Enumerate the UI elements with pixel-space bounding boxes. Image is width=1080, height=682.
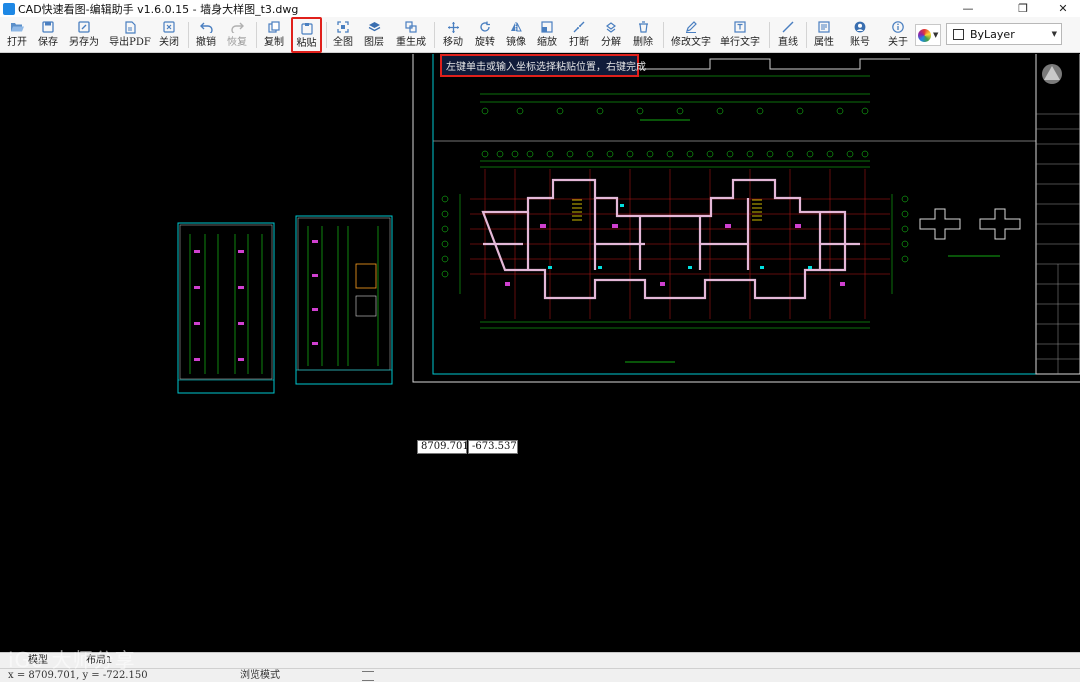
color-wheel-icon <box>918 28 931 42</box>
close-file-icon <box>162 20 176 34</box>
paste-button[interactable]: 粘贴 <box>291 17 322 53</box>
edit-text-icon <box>684 20 698 34</box>
layers-button[interactable]: 图层 <box>361 18 387 52</box>
window-title: CAD快速看图-编辑助手 v1.6.0.15 - 墙身大样图_t3.dwg <box>18 2 299 16</box>
cad-drawing <box>177 54 1080 394</box>
layer-dropdown[interactable]: ByLayer ▼ <box>946 23 1062 45</box>
view-mode-label: 浏览模式 <box>240 670 280 681</box>
scale-icon <box>540 20 554 34</box>
toolbar-divider <box>769 22 770 48</box>
watermark: iGo 大师分享 <box>8 648 136 672</box>
break-button[interactable]: 打断 <box>566 18 592 52</box>
y-coordinate-input[interactable]: -673.537 <box>468 440 518 454</box>
move-icon <box>446 20 460 34</box>
save-button[interactable]: 保存 <box>34 18 62 52</box>
toolbar-divider <box>434 22 435 48</box>
toolbar-divider <box>256 22 257 48</box>
toolbar-divider <box>806 22 807 48</box>
paste-icon <box>300 21 314 35</box>
explode-icon <box>604 20 618 34</box>
undo-icon <box>199 20 213 34</box>
rotate-button[interactable]: 旋转 <box>472 18 498 52</box>
minimize-button[interactable]: — <box>945 0 991 17</box>
x-coordinate-input[interactable]: 8709.701 <box>417 440 469 454</box>
pdf-icon <box>123 20 137 34</box>
regenerate-icon <box>404 20 418 34</box>
trash-icon <box>636 20 650 34</box>
undo-button[interactable]: 撤销 <box>193 18 219 52</box>
chevron-down-icon: ▼ <box>1051 30 1057 38</box>
full-view-button[interactable]: 全图 <box>330 18 356 52</box>
layers-icon <box>367 20 381 34</box>
mirror-button[interactable]: 镜像 <box>503 18 529 52</box>
properties-button[interactable]: 属性 <box>811 18 837 52</box>
user-icon <box>853 20 867 34</box>
rotate-icon <box>478 20 492 34</box>
main-toolbar: 打开 保存 另存为 导出PDF 关闭 撤销 恢复 复制 粘贴 全图 图层 重生成… <box>0 17 1080 53</box>
status-bar: x = 8709.701, y = -722.150 浏览模式 <box>0 668 1080 682</box>
move-button[interactable]: 移动 <box>440 18 466 52</box>
close-window-button[interactable]: ✕ <box>1040 0 1080 17</box>
save-icon <box>41 20 55 34</box>
single-line-text-button[interactable]: 单行文字 <box>718 18 762 52</box>
folder-open-icon <box>10 20 24 34</box>
mirror-icon <box>509 20 523 34</box>
open-button[interactable]: 打开 <box>4 18 30 52</box>
delete-button[interactable]: 删除 <box>630 18 656 52</box>
close-file-button[interactable]: 关闭 <box>156 18 182 52</box>
text-box-icon <box>733 20 747 34</box>
line-icon <box>781 20 795 34</box>
toolbar-divider <box>188 22 189 48</box>
scale-button[interactable]: 缩放 <box>534 18 560 52</box>
command-hint-tooltip: 左键单击或输入坐标选择粘贴位置，右键完成 <box>440 54 646 77</box>
layer-color-swatch <box>953 28 964 40</box>
zoom-extents-icon <box>336 20 350 34</box>
redo-button[interactable]: 恢复 <box>224 18 250 52</box>
chevron-down-icon: ▼ <box>933 31 939 39</box>
redo-icon <box>230 20 244 34</box>
copy-icon <box>267 20 281 34</box>
save-as-icon <box>77 20 91 34</box>
properties-icon <box>817 20 831 34</box>
app-logo-icon <box>3 2 15 15</box>
layout-tab-bar: 模型 布局1 <box>0 652 1080 668</box>
color-picker-button[interactable]: ▼ <box>915 24 941 46</box>
title-bar: CAD快速看图-编辑助手 v1.6.0.15 - 墙身大样图_t3.dwg <box>0 0 1080 17</box>
toolbar-divider <box>326 22 327 48</box>
line-button[interactable]: 直线 <box>774 18 802 52</box>
toolbar-divider <box>663 22 664 48</box>
save-as-button[interactable]: 另存为 <box>66 18 102 52</box>
account-button[interactable]: 账号 <box>847 18 873 52</box>
info-icon <box>891 20 905 34</box>
drawing-canvas[interactable]: 左键单击或输入坐标选择粘贴位置，右键完成 8709.701 -673.537 <box>0 54 1080 652</box>
copy-button[interactable]: 复制 <box>261 18 287 52</box>
export-pdf-button[interactable]: 导出PDF <box>109 18 151 52</box>
edit-text-button[interactable]: 修改文字 <box>669 18 713 52</box>
break-icon <box>572 20 586 34</box>
regenerate-button[interactable]: 重生成 <box>394 18 428 52</box>
explode-button[interactable]: 分解 <box>598 18 624 52</box>
about-button[interactable]: 关于 <box>885 18 911 52</box>
resize-grip-icon[interactable] <box>362 671 374 681</box>
